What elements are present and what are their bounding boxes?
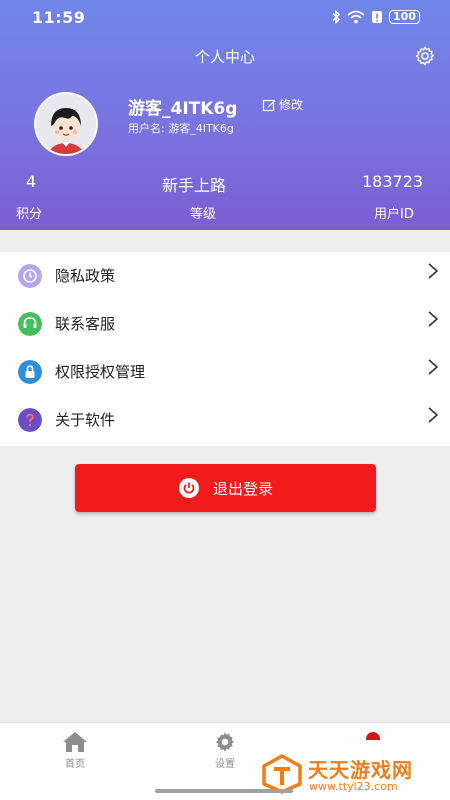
menu-item-privacy-policy[interactable]: 隐私政策	[0, 252, 450, 300]
logout-label: 退出登录	[213, 480, 274, 498]
lock-icon	[18, 360, 42, 384]
user-id-value: 183723	[362, 172, 424, 191]
avatar[interactable]	[34, 92, 98, 156]
menu-item-about[interactable]: 关于软件	[0, 396, 450, 444]
edit-icon	[262, 99, 276, 111]
chevron-right-icon	[428, 407, 439, 423]
menu-item-label: 联系客服	[55, 315, 116, 333]
bluetooth-icon	[332, 10, 341, 24]
watermark-url: www.ttyl23.com	[309, 780, 398, 793]
battery-icon: 100	[389, 10, 420, 24]
points-label: 积分	[16, 207, 43, 222]
watermark-title: 天天游戏网	[308, 758, 413, 782]
points-value: 4	[26, 172, 37, 191]
tab-home[interactable]: 首页	[45, 731, 105, 770]
tab-profile-active-icon[interactable]	[366, 732, 380, 740]
tab-settings[interactable]: 设置	[195, 731, 255, 770]
profile-header: 11:59 100 个人中心 游客_4ITK6g 修改 用户名: 游客_4ITK…	[0, 0, 450, 230]
settings-menu: 隐私政策 联系客服 权限授权管理 关于软件	[0, 252, 450, 446]
tab-home-label: 首页	[65, 759, 85, 770]
question-icon	[18, 408, 42, 432]
chevron-right-icon	[428, 263, 439, 279]
settings-gear-icon[interactable]	[414, 45, 436, 67]
page-title: 个人中心	[194, 48, 255, 66]
chevron-right-icon	[428, 359, 439, 375]
home-icon	[63, 732, 87, 752]
username-line: 用户名: 游客_4ITK6g	[128, 122, 234, 135]
power-icon	[179, 478, 199, 498]
status-bar: 11:59 100	[0, 0, 450, 36]
menu-item-label: 关于软件	[55, 411, 116, 429]
gear-icon	[215, 732, 235, 752]
sim-alert-icon	[372, 11, 383, 23]
menu-item-customer-service[interactable]: 联系客服	[0, 300, 450, 348]
display-name: 游客_4ITK6g	[128, 99, 238, 119]
menu-item-label: 隐私政策	[55, 267, 116, 285]
tab-settings-label: 设置	[215, 759, 235, 770]
logout-button[interactable]: 退出登录	[75, 464, 376, 512]
avatar-image	[36, 94, 96, 154]
menu-item-permissions[interactable]: 权限授权管理	[0, 348, 450, 396]
edit-label: 修改	[279, 98, 304, 112]
privacy-icon	[18, 264, 42, 288]
status-icons: 100	[331, 10, 420, 24]
level-value: 新手上路	[162, 176, 227, 195]
user-id-label: 用户ID	[374, 207, 414, 222]
wifi-icon	[347, 10, 365, 24]
edit-profile-button[interactable]: 修改	[262, 96, 303, 113]
customer-service-icon	[18, 312, 42, 336]
level-label: 等级	[190, 207, 217, 222]
home-indicator[interactable]	[155, 789, 293, 793]
watermark-logo-icon	[262, 754, 302, 794]
menu-item-label: 权限授权管理	[55, 363, 146, 381]
chevron-right-icon	[428, 311, 439, 327]
status-time: 11:59	[32, 8, 86, 27]
